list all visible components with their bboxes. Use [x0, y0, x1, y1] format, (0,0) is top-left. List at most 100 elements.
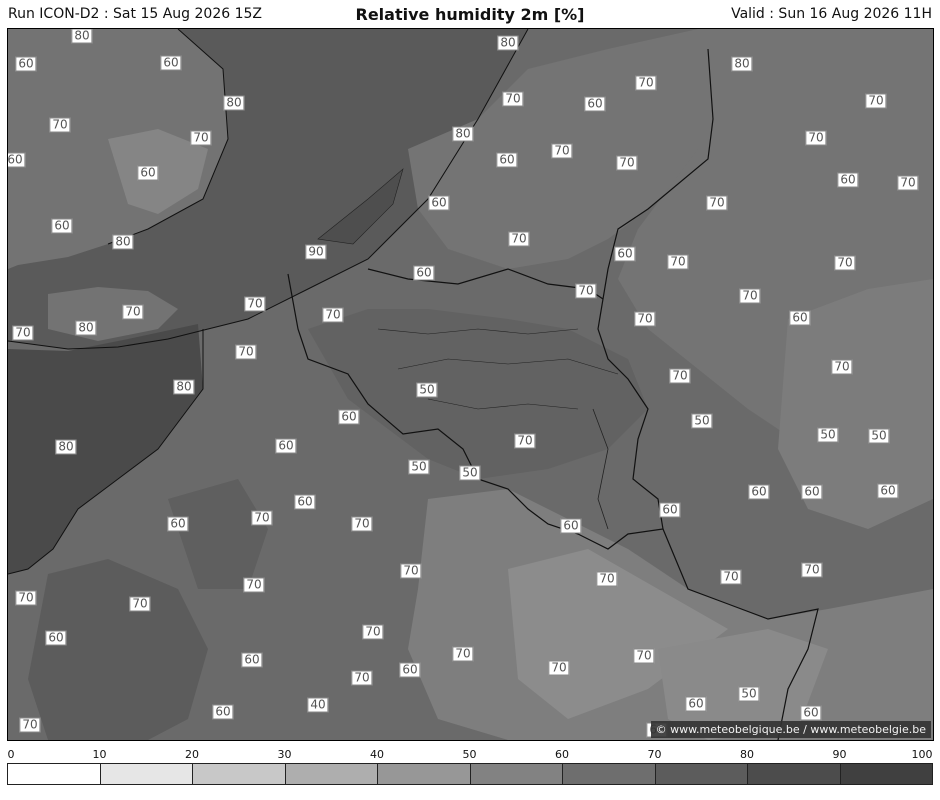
contour-label: 90 [305, 244, 327, 260]
contour-label: 70 [596, 571, 618, 587]
contour-label: 70 [801, 562, 823, 578]
contour-label: 60 [275, 438, 297, 454]
contour-label: 50 [817, 427, 839, 443]
contour-label: 70 [548, 660, 570, 676]
contour-label: 70 [190, 130, 212, 146]
contour-label: 60 [800, 705, 822, 721]
contour-label: 60 [8, 152, 26, 168]
contour-label: 70 [508, 231, 530, 247]
contour-label: 80 [223, 95, 245, 111]
contour-label: 70 [669, 368, 691, 384]
colorbar-tick-label: 60 [555, 748, 569, 761]
contour-label: 70 [706, 195, 728, 211]
contour-label: 80 [71, 29, 93, 44]
contour-label: 70 [362, 624, 384, 640]
colorbar: 0 10 20 30 40 50 60 70 80 90 100 [7, 748, 933, 788]
contour-label: 70 [122, 304, 144, 320]
contour-label: 80 [55, 439, 77, 455]
contour-label: 70 [244, 296, 266, 312]
contour-label: 70 [15, 590, 37, 606]
contour-label: 60 [877, 483, 899, 499]
colorbar-tick-label: 30 [277, 748, 292, 761]
humidity-map[interactable]: 80 60 60 70 80 70 60 60 60 80 70 80 70 70 70 80 70 80 90 80… [7, 28, 934, 741]
contour-label: 60 [137, 165, 159, 181]
contour-label: 70 [351, 670, 373, 686]
contour-label: 60 [801, 484, 823, 500]
contour-label: 70 [831, 359, 853, 375]
colorbar-tick-label: 100 [911, 748, 933, 761]
colorbar-swatch [562, 763, 656, 785]
contour-label: 70 [633, 648, 655, 664]
colorbar-swatch [284, 763, 378, 785]
colorbar-tick-label: 70 [647, 748, 662, 761]
contour-label: 70 [635, 75, 657, 91]
contour-label: 70 [551, 143, 573, 159]
colorbar-swatch [839, 763, 933, 785]
contour-label: 70 [502, 91, 524, 107]
colorbar-tick-label: 80 [740, 748, 754, 761]
contour-label: 60 [15, 56, 37, 72]
contour-label: 60 [413, 265, 435, 281]
colorbar-swatch [7, 763, 101, 785]
contour-label: 60 [399, 662, 421, 678]
colorbar-swatch [377, 763, 471, 785]
contour-label: 60 [294, 494, 316, 510]
contour-label: 60 [685, 696, 707, 712]
contour-label: 60 [45, 630, 67, 646]
colorbar-swatch [747, 763, 841, 785]
contour-label: 80 [497, 35, 519, 51]
contour-label: 70 [720, 569, 742, 585]
contour-label: 60 [496, 152, 518, 168]
contour-label: 70 [322, 307, 344, 323]
contour-label: 70 [634, 311, 656, 327]
contour-label: 60 [160, 55, 182, 71]
contour-label: 70 [12, 325, 34, 341]
contour-label: 70 [49, 117, 71, 133]
contour-label: 80 [452, 126, 474, 142]
contour-label: 60 [167, 516, 189, 532]
contour-label: 60 [659, 502, 681, 518]
colorbar-tick-label: 20 [185, 748, 199, 761]
contour-label: 80 [112, 234, 134, 250]
contour-label: 70 [616, 155, 638, 171]
contour-label: 70 [235, 344, 257, 360]
contour-label: 70 [897, 175, 919, 191]
contour-label: 80 [731, 56, 753, 72]
contour-label: 50 [416, 382, 438, 398]
contour-label: 80 [173, 379, 195, 395]
colorbar-tick-label: 50 [462, 748, 477, 761]
contour-label: 60 [560, 518, 582, 534]
colorbar-tick-label: 90 [832, 748, 847, 761]
contour-label: 60 [338, 409, 360, 425]
colorbar-tick-label: 10 [92, 748, 107, 761]
valid-time: Valid : Sun 16 Aug 2026 11H [731, 6, 932, 22]
contour-label: 50 [691, 413, 713, 429]
colorbar-tick-label: 40 [370, 748, 384, 761]
contour-label: 70 [834, 255, 856, 271]
contour-label: 70 [575, 283, 597, 299]
contour-label: 70 [452, 646, 474, 662]
contour-label: 70 [865, 93, 887, 109]
contour-label: 60 [51, 218, 73, 234]
contour-label: 50 [738, 686, 760, 702]
contour-label: 40 [307, 697, 329, 713]
contour-label: 70 [129, 596, 151, 612]
contour-label: 50 [408, 459, 430, 475]
contour-label: 60 [241, 652, 263, 668]
colorbar-tick-label: 0 [7, 748, 15, 761]
contour-label: 70 [805, 130, 827, 146]
contour-label: 70 [514, 433, 536, 449]
contour-label: 70 [243, 577, 265, 593]
contour-label: 70 [739, 288, 761, 304]
contour-label: 60 [428, 195, 450, 211]
contour-label: 60 [614, 246, 636, 262]
contour-label: 50 [459, 465, 481, 481]
contour-label: 70 [351, 516, 373, 532]
contour-label: 60 [212, 704, 234, 720]
contour-label: 70 [667, 254, 689, 270]
colorbar-swatch [469, 763, 563, 785]
credit-text: © www.meteobelgique.be / www.meteobelgie… [650, 721, 931, 738]
contour-label: 70 [400, 563, 422, 579]
contour-label: 60 [748, 484, 770, 500]
contour-label: 80 [75, 320, 97, 336]
